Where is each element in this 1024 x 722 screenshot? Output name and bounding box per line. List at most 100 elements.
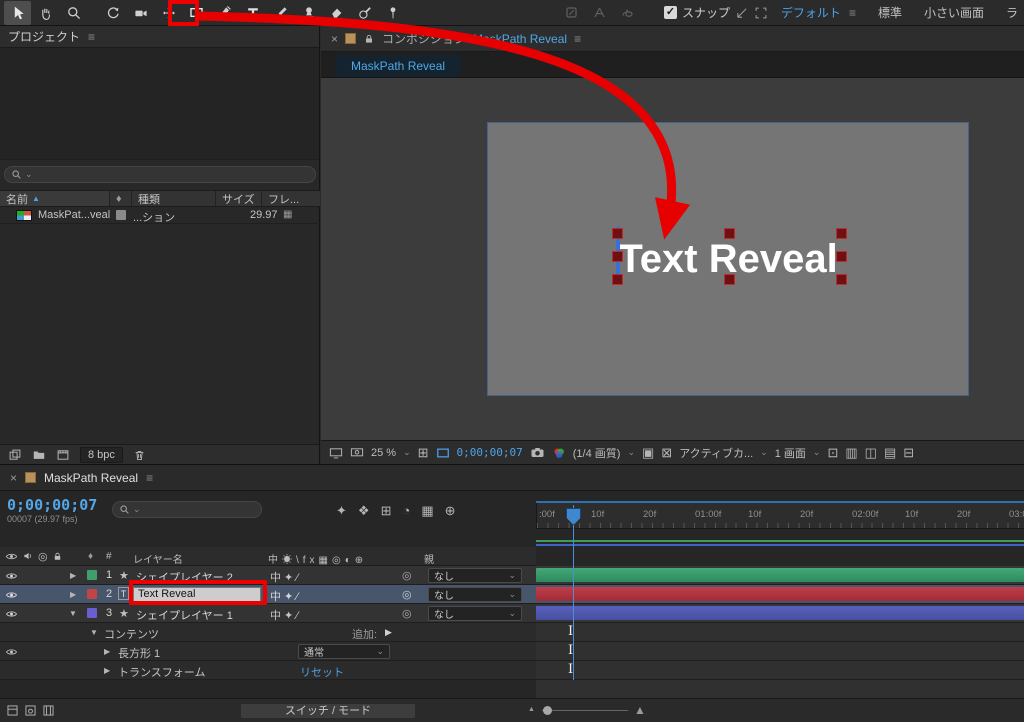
- layer-row-3[interactable]: ▼ 3 ★ シェイプレイヤー 1 中 ✦ ∕ ◎ なし ⌄: [0, 604, 536, 623]
- layer-1-duration-bar[interactable]: [536, 568, 1024, 582]
- shy-layers-icon[interactable]: ⊞: [381, 503, 392, 519]
- timeline-zoom-slider-handle[interactable]: [543, 706, 552, 715]
- resolution-dropdown[interactable]: (1/4 画質): [573, 445, 621, 461]
- expand-arrow-icon[interactable]: ▶: [104, 647, 110, 656]
- layer-row-1[interactable]: ▶ 1 ★ シェイプレイヤー 2 中 ✦ ∕ ◎ なし ⌄: [0, 566, 536, 585]
- parent-dropdown[interactable]: なし ⌄: [428, 587, 522, 602]
- layer-1-track[interactable]: [536, 566, 1024, 585]
- switch-mode-button[interactable]: スイッチ / モード: [240, 703, 416, 719]
- region-of-interest-icon[interactable]: [436, 447, 450, 459]
- timeline-button-icon[interactable]: ▤: [884, 445, 896, 461]
- selection-handle[interactable]: [837, 229, 846, 238]
- eraser-tool-button[interactable]: [323, 1, 350, 25]
- eye-icon[interactable]: [5, 609, 18, 619]
- interpret-footage-icon[interactable]: [8, 448, 22, 462]
- puppet-pin-tool-button[interactable]: [379, 1, 406, 25]
- parent-dropdown[interactable]: なし ⌄: [428, 606, 522, 621]
- draft-3d-icon[interactable]: ❖: [358, 503, 370, 519]
- label-column-icon[interactable]: ♦: [88, 551, 93, 562]
- property-track[interactable]: I: [536, 661, 1024, 680]
- flowchart-icon[interactable]: ⊟: [903, 445, 914, 461]
- property-name[interactable]: 長方形 1: [118, 645, 160, 661]
- property-name[interactable]: トランスフォーム: [118, 664, 205, 680]
- project-search-input[interactable]: ⌄: [4, 166, 316, 183]
- lock-icon[interactable]: [363, 33, 375, 45]
- expand-arrow-icon[interactable]: ▶: [104, 666, 110, 675]
- brush-tool-button[interactable]: [267, 1, 294, 25]
- composition-canvas[interactable]: Text Reveal: [487, 122, 969, 396]
- clone-stamp-tool-button[interactable]: [295, 1, 322, 25]
- timeline-search-input[interactable]: ⌄: [112, 501, 262, 518]
- audio-column-speaker-icon[interactable]: [22, 550, 34, 562]
- snap-angle-icon[interactable]: [735, 6, 749, 20]
- parent-column-header[interactable]: 親: [424, 551, 434, 566]
- parent-dropdown[interactable]: なし ⌄: [428, 568, 522, 583]
- reset-link[interactable]: リセット: [300, 664, 344, 680]
- layer-2-track[interactable]: [536, 585, 1024, 604]
- property-track[interactable]: I: [536, 642, 1024, 661]
- layer-label-chip[interactable]: [87, 608, 97, 618]
- property-row-contents[interactable]: ▼ コンテンツ 追加: ▶: [0, 623, 536, 642]
- eye-icon[interactable]: [5, 590, 18, 600]
- property-track[interactable]: I: [536, 623, 1024, 642]
- graph-editor-icon[interactable]: ⊕: [445, 503, 456, 519]
- timeline-tab-label[interactable]: MaskPath Reveal: [44, 471, 138, 485]
- layer-3-track[interactable]: [536, 604, 1024, 623]
- snap-checkbox[interactable]: ✓: [664, 6, 677, 19]
- selection-tool-button[interactable]: [4, 1, 31, 25]
- layer-switches[interactable]: 中 ✦ ∕: [270, 588, 298, 604]
- composition-viewer[interactable]: Text Reveal: [321, 78, 1024, 440]
- selection-handle[interactable]: [725, 229, 734, 238]
- time-ruler[interactable]: :00f 10f 20f 01:00f 10f 20f 02:00f 10f 2…: [536, 503, 1024, 529]
- new-folder-icon[interactable]: [32, 448, 46, 462]
- motion-blur-switch[interactable]: ◎: [402, 607, 412, 620]
- column-header-label[interactable]: ♦: [110, 191, 132, 206]
- new-composition-icon[interactable]: [56, 448, 70, 462]
- selection-handle[interactable]: [613, 275, 622, 284]
- project-item-row[interactable]: MaskPat...veal ...ション 29.97 ▦: [0, 207, 320, 224]
- workspace-menu-icon[interactable]: ≡: [849, 6, 856, 20]
- workspace-tab-small-screen[interactable]: 小さい画面: [924, 4, 984, 21]
- roto-brush-tool-button[interactable]: [351, 1, 378, 25]
- panel-menu-icon[interactable]: ≡: [574, 32, 581, 46]
- collapse-arrow-icon[interactable]: ▼: [90, 628, 98, 637]
- current-timecode[interactable]: 0;00;00;07: [7, 496, 97, 514]
- composition-tab[interactable]: MaskPath Reveal: [335, 55, 461, 77]
- expand-inout-panes-icon[interactable]: [42, 704, 55, 717]
- layer-3-duration-bar[interactable]: [536, 606, 1024, 620]
- snapshot-camera-icon[interactable]: [530, 446, 545, 459]
- orbit-tool-button[interactable]: [99, 1, 126, 25]
- property-row-transform[interactable]: ▶ トランスフォーム リセット: [0, 661, 536, 680]
- expand-arrow-icon[interactable]: ▶: [70, 590, 76, 599]
- rulers-icon[interactable]: ◫: [865, 445, 877, 461]
- motion-blur-switch[interactable]: ◎: [402, 588, 412, 601]
- layer-name-column-header[interactable]: レイヤー名: [133, 551, 183, 566]
- bit-depth-button[interactable]: 8 bpc: [80, 447, 123, 463]
- transparency-grid-icon[interactable]: ⊠: [661, 445, 672, 461]
- column-header-frame[interactable]: フレ...: [262, 191, 320, 206]
- zoom-out-mountain-icon[interactable]: ▲: [528, 706, 535, 713]
- expand-transfer-controls-icon[interactable]: [24, 704, 37, 717]
- workspace-tab-standard[interactable]: 標準: [878, 4, 902, 21]
- layer-switches[interactable]: 中 ✦ ∕: [270, 607, 298, 623]
- hand-tool-button[interactable]: [32, 1, 59, 25]
- motion-blur-icon[interactable]: ▦: [421, 503, 433, 519]
- monitor-icon[interactable]: [329, 447, 343, 459]
- mini-flowchart-icon[interactable]: ✦: [336, 503, 347, 519]
- trash-icon[interactable]: [133, 448, 146, 462]
- close-panel-icon[interactable]: ×: [331, 32, 338, 46]
- project-item-name[interactable]: MaskPat...veal: [38, 209, 110, 221]
- type-tool-button[interactable]: [239, 1, 266, 25]
- playhead-line[interactable]: [573, 505, 574, 680]
- number-column-header[interactable]: #: [106, 551, 112, 562]
- monitor-secondary-icon[interactable]: [350, 447, 364, 459]
- layer-label-chip[interactable]: [87, 589, 97, 599]
- blend-mode-dropdown[interactable]: 通常 ⌄: [298, 644, 390, 659]
- expand-arrow-icon[interactable]: ▶: [70, 571, 76, 580]
- selection-handle[interactable]: [725, 275, 734, 284]
- pen-tool-button[interactable]: [211, 1, 238, 25]
- column-header-size[interactable]: サイズ: [216, 191, 262, 206]
- lock-column-icon[interactable]: [52, 551, 63, 562]
- layer-switches[interactable]: 中 ✦ ∕: [270, 569, 298, 585]
- selection-handle[interactable]: [613, 252, 622, 261]
